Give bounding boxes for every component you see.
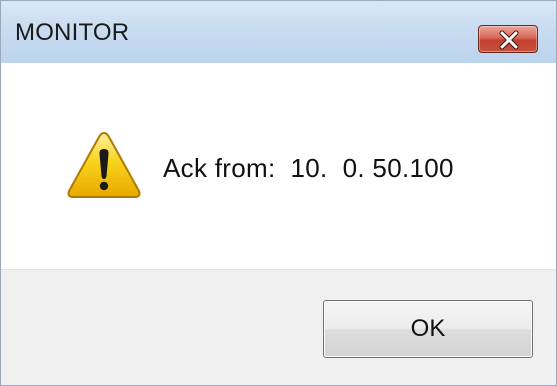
warning-icon [65, 129, 143, 201]
ok-button[interactable]: OK [323, 300, 533, 358]
window-title: MONITOR [15, 19, 130, 46]
title-bar[interactable]: MONITOR [1, 1, 556, 63]
close-icon [499, 30, 519, 50]
dialog-window: MONITOR Ack from: 10. 0. 50.100 OK [0, 0, 557, 386]
button-area: OK [1, 269, 556, 385]
dialog-content: Ack from: 10. 0. 50.100 [1, 63, 556, 269]
close-button[interactable] [478, 25, 538, 53]
message-text: Ack from: 10. 0. 50.100 [163, 153, 454, 183]
